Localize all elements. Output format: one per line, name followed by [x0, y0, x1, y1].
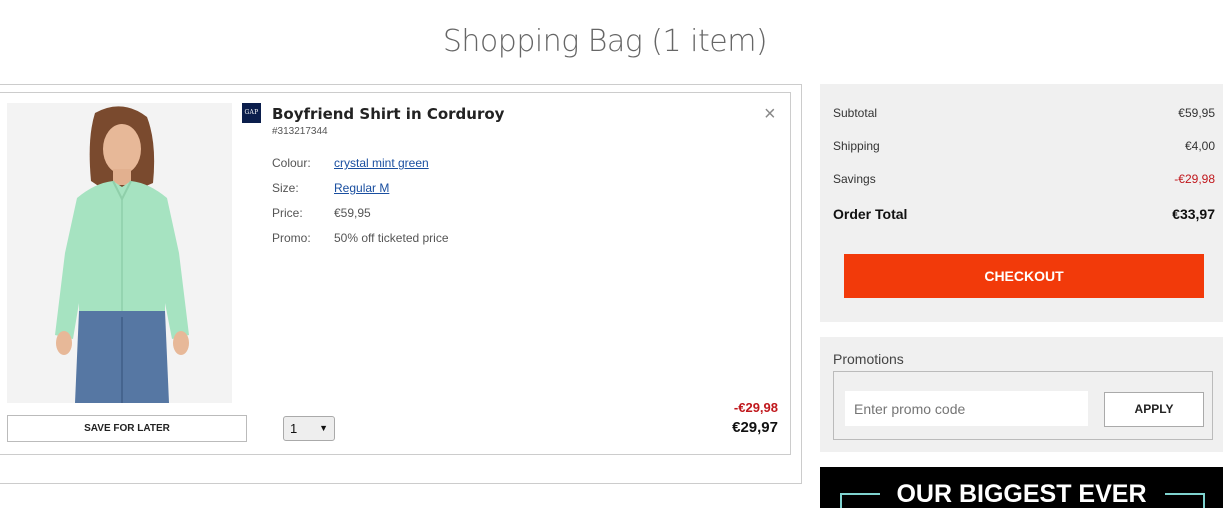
- order-total-value: €33,97: [1172, 206, 1215, 222]
- savings-label: Savings: [833, 172, 876, 186]
- colour-link[interactable]: crystal mint green: [334, 156, 429, 170]
- quantity-value: 1: [290, 421, 298, 436]
- promotions-panel: Promotions APPLY: [820, 337, 1223, 452]
- brand-logo: GAP: [242, 103, 261, 123]
- order-summary: Subtotal €59,95 Shipping €4,00 Savings -…: [820, 84, 1223, 322]
- attribute-value: €59,95: [334, 206, 371, 220]
- quantity-select[interactable]: 1 ▼: [283, 416, 335, 441]
- item-saving: -€29,98: [733, 400, 778, 415]
- size-link[interactable]: Regular M: [334, 181, 389, 195]
- attribute-label: Price:: [272, 206, 303, 220]
- attribute-label: Promo:: [272, 231, 311, 245]
- promotions-title: Promotions: [833, 351, 904, 367]
- product-sku: #313217344: [272, 126, 328, 137]
- item-final-price: €29,97: [732, 419, 778, 436]
- save-for-later-button[interactable]: SAVE FOR LATER: [7, 415, 247, 442]
- savings-row: Savings -€29,98: [833, 172, 1215, 186]
- product-image[interactable]: [7, 103, 232, 403]
- attribute-label: Colour:: [272, 156, 311, 170]
- attribute-value: 50% off ticketed price: [334, 231, 449, 245]
- shipping-value: €4,00: [1184, 139, 1215, 153]
- promo-form: APPLY: [833, 371, 1213, 440]
- page-title: Shopping Bag (1 item): [442, 24, 768, 59]
- product-name[interactable]: Boyfriend Shirt in Corduroy: [272, 105, 504, 123]
- close-icon[interactable]: ×: [764, 104, 776, 124]
- caret-down-icon: ▼: [319, 423, 328, 433]
- apply-button[interactable]: APPLY: [1104, 392, 1204, 427]
- attribute-label: Size:: [272, 181, 299, 195]
- order-total-label: Order Total: [833, 206, 908, 222]
- banner-text: OUR BIGGEST EVER: [896, 480, 1147, 508]
- promo-banner[interactable]: OUR BIGGEST EVER: [820, 467, 1223, 508]
- savings-value: -€29,98: [1174, 172, 1215, 186]
- checkout-button[interactable]: CHECKOUT: [844, 254, 1204, 298]
- subtotal-label: Subtotal: [833, 106, 878, 120]
- subtotal-value: €59,95: [1178, 106, 1215, 120]
- shipping-row: Shipping €4,00: [833, 139, 1215, 153]
- promo-code-input[interactable]: [845, 391, 1088, 426]
- order-total-row: Order Total €33,97: [833, 206, 1215, 222]
- subtotal-row: Subtotal €59,95: [833, 106, 1215, 120]
- shipping-label: Shipping: [833, 139, 880, 153]
